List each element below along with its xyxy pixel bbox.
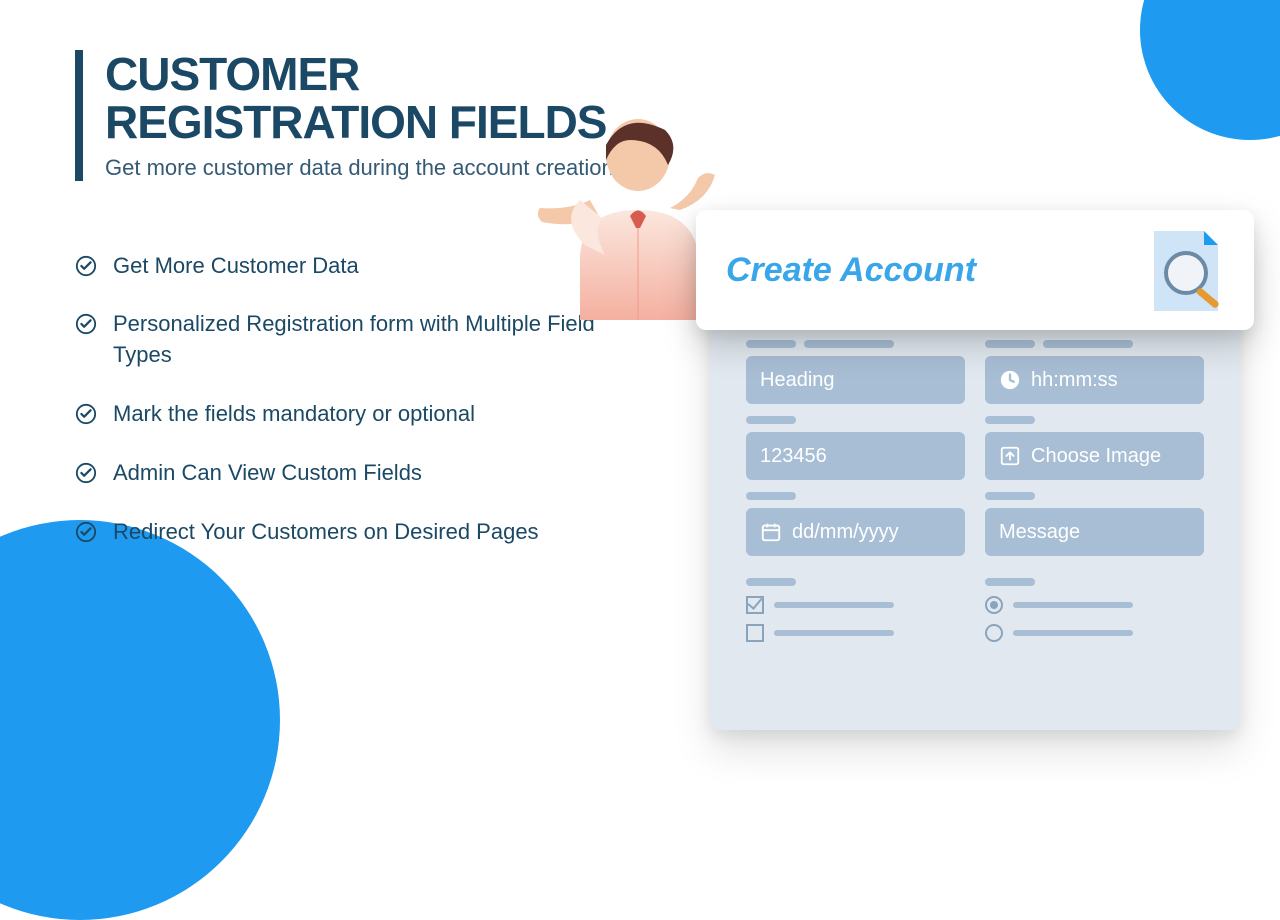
document-magnifier-icon xyxy=(1146,225,1224,315)
form-preview-card: Create Account Heading hh:mm:ss xyxy=(710,230,1240,730)
calendar-icon xyxy=(760,521,782,543)
clock-icon xyxy=(999,369,1021,391)
person-icon xyxy=(530,110,720,320)
options-row xyxy=(746,578,1204,642)
list-item: Redirect Your Customers on Desired Pages xyxy=(75,517,635,548)
checkbox-option xyxy=(746,596,965,614)
heading-field: Heading xyxy=(746,356,965,404)
number-field: 123456 xyxy=(746,432,965,480)
list-item: Admin Can View Custom Fields xyxy=(75,458,635,489)
field-label-placeholder xyxy=(985,578,1204,586)
field-grid: Heading hh:mm:ss 123456 Choose Image xyxy=(746,340,1204,556)
decoration-top-right xyxy=(1140,0,1280,140)
time-field: hh:mm:ss xyxy=(985,356,1204,404)
check-icon xyxy=(75,255,97,277)
radio-option xyxy=(985,596,1204,614)
list-item-text: Redirect Your Customers on Desired Pages xyxy=(113,517,539,548)
check-icon xyxy=(75,403,97,425)
field-label-placeholder xyxy=(985,416,1204,424)
checkbox-option xyxy=(746,624,965,642)
field-label-placeholder xyxy=(746,492,965,500)
field-label-placeholder xyxy=(746,340,965,348)
form-header-strip: Create Account xyxy=(696,210,1254,330)
list-item: Mark the fields mandatory or optional xyxy=(75,399,635,430)
radio-option xyxy=(985,624,1204,642)
list-item-text: Mark the fields mandatory or optional xyxy=(113,399,475,430)
list-item-text: Admin Can View Custom Fields xyxy=(113,458,422,489)
radio-group xyxy=(985,578,1204,642)
check-icon xyxy=(75,462,97,484)
field-label-placeholder xyxy=(746,578,965,586)
field-label-placeholder xyxy=(985,492,1204,500)
list-item-text: Get More Customer Data xyxy=(113,251,359,282)
illustration-area: Create Account Heading hh:mm:ss xyxy=(600,120,1240,720)
field-label-placeholder xyxy=(746,416,965,424)
form-header-title: Create Account xyxy=(726,251,976,290)
image-field: Choose Image xyxy=(985,432,1204,480)
field-label-placeholder xyxy=(985,340,1204,348)
decoration-bottom-left xyxy=(0,520,280,920)
date-field: dd/mm/yyyy xyxy=(746,508,965,556)
upload-icon xyxy=(999,445,1021,467)
check-icon xyxy=(75,521,97,543)
message-field: Message xyxy=(985,508,1204,556)
check-icon xyxy=(75,313,97,335)
checkbox-group xyxy=(746,578,965,642)
